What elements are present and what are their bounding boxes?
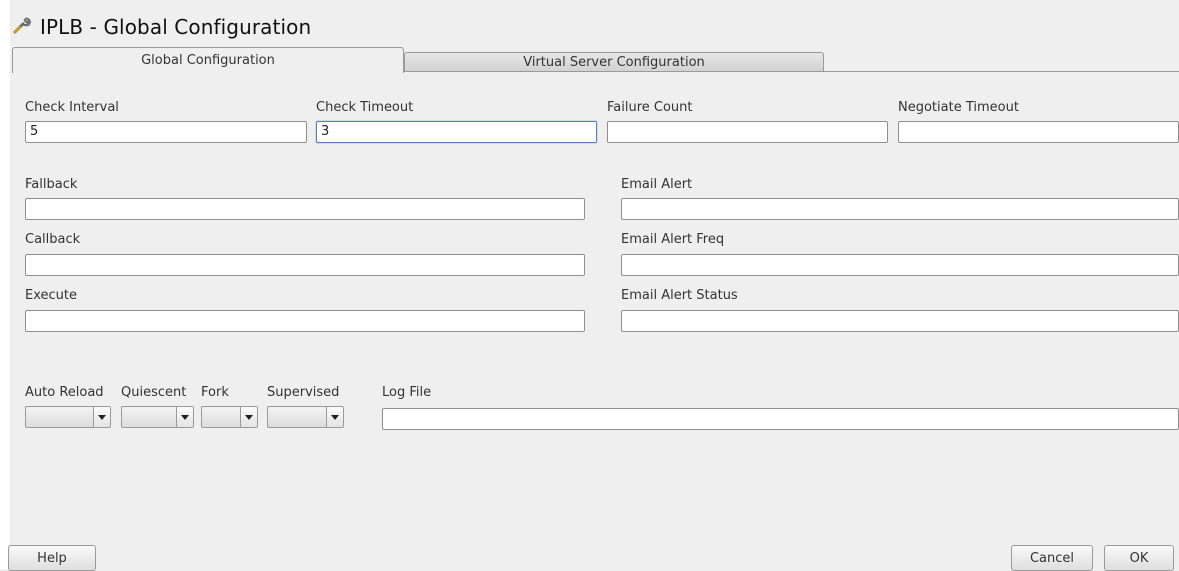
ok-button[interactable]: OK bbox=[1104, 545, 1174, 571]
supervised-label: Supervised bbox=[267, 385, 340, 400]
check-timeout-label: Check Timeout bbox=[316, 100, 414, 115]
quiescent-combo[interactable] bbox=[121, 406, 194, 428]
email-alert-status-input[interactable] bbox=[621, 310, 1179, 332]
callback-label: Callback bbox=[25, 232, 81, 247]
window-title-bar: IPLB - Global Configuration bbox=[12, 14, 311, 40]
email-alert-status-label: Email Alert Status bbox=[621, 288, 738, 303]
check-interval-input[interactable]: 5 bbox=[25, 121, 307, 143]
window-title: IPLB - Global Configuration bbox=[40, 15, 312, 39]
callback-input[interactable] bbox=[25, 254, 585, 276]
chevron-down-icon[interactable] bbox=[326, 407, 343, 427]
left-edge bbox=[0, 0, 10, 569]
fork-combo[interactable] bbox=[201, 406, 258, 428]
fork-label: Fork bbox=[201, 385, 229, 400]
email-alert-input[interactable] bbox=[621, 198, 1179, 220]
tab-bar: Global Configuration Virtual Server Conf… bbox=[12, 47, 1179, 73]
failure-count-input[interactable] bbox=[607, 121, 888, 143]
fallback-label: Fallback bbox=[25, 177, 78, 192]
tab-label: Global Configuration bbox=[141, 53, 275, 68]
execute-label: Execute bbox=[25, 288, 77, 303]
failure-count-label: Failure Count bbox=[607, 100, 693, 115]
negotiate-timeout-input[interactable] bbox=[898, 121, 1179, 143]
email-alert-freq-label: Email Alert Freq bbox=[621, 232, 725, 247]
auto-reload-label: Auto Reload bbox=[25, 385, 104, 400]
supervised-combo[interactable] bbox=[267, 406, 344, 428]
tab-virtual-server-configuration[interactable]: Virtual Server Configuration bbox=[404, 52, 824, 71]
chevron-down-icon[interactable] bbox=[240, 407, 257, 427]
tab-label: Virtual Server Configuration bbox=[523, 54, 705, 70]
wrench-icon bbox=[12, 15, 32, 39]
cancel-button[interactable]: Cancel bbox=[1011, 545, 1093, 571]
check-interval-label: Check Interval bbox=[25, 100, 119, 115]
fallback-input[interactable] bbox=[25, 198, 585, 220]
email-alert-label: Email Alert bbox=[621, 177, 693, 192]
chevron-down-icon[interactable] bbox=[176, 407, 193, 427]
auto-reload-combo[interactable] bbox=[25, 406, 111, 428]
log-file-input[interactable] bbox=[382, 408, 1179, 430]
check-timeout-input[interactable]: 3 bbox=[316, 121, 597, 143]
negotiate-timeout-label: Negotiate Timeout bbox=[898, 100, 1019, 115]
log-file-label: Log File bbox=[382, 385, 432, 400]
execute-input[interactable] bbox=[25, 310, 585, 332]
email-alert-freq-input[interactable] bbox=[621, 254, 1179, 276]
help-button[interactable]: Help bbox=[8, 545, 96, 571]
quiescent-label: Quiescent bbox=[121, 385, 187, 400]
tab-global-configuration[interactable]: Global Configuration bbox=[12, 47, 404, 73]
chevron-down-icon[interactable] bbox=[93, 407, 110, 427]
